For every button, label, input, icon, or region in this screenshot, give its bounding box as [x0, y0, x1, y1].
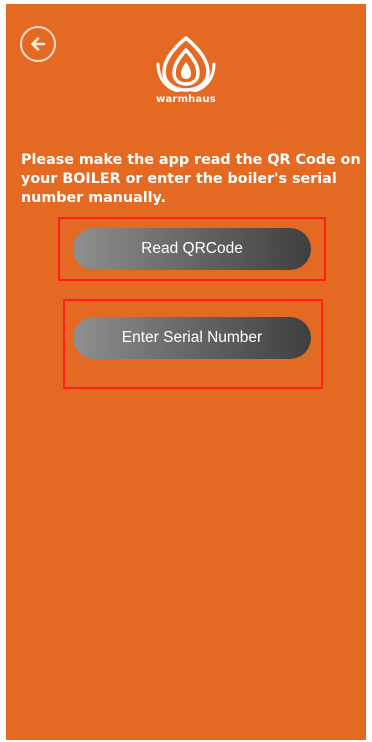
arrow-left-icon	[31, 37, 46, 51]
enter-serial-number-button[interactable]: Enter Serial Number	[73, 317, 311, 359]
flame-logo-icon	[156, 36, 216, 92]
read-qr-button[interactable]: Read QRCode	[73, 228, 311, 270]
app-screen: warmhaus Please make the app read the QR…	[6, 4, 366, 740]
brand-logo: warmhaus	[146, 34, 226, 120]
instruction-text: Please make the app read the QR Code on …	[21, 152, 361, 206]
brand-name: warmhaus	[156, 94, 216, 105]
back-button[interactable]	[20, 26, 56, 62]
